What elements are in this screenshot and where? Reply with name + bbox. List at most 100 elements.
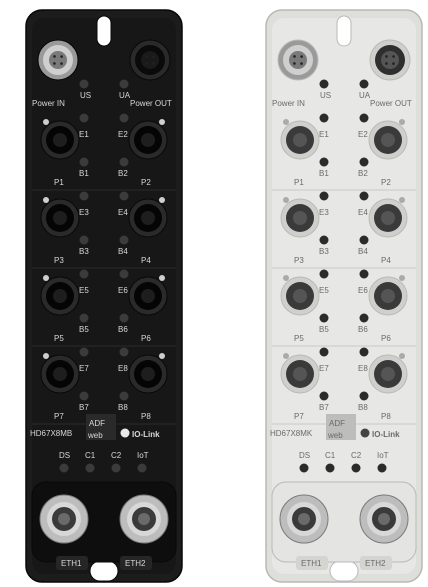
led-us [79, 79, 89, 89]
label-e2: E2 [358, 130, 368, 139]
port-p7-pins [53, 367, 67, 381]
led-e2 [359, 113, 369, 123]
label-p4: P4 [141, 256, 151, 265]
power-in-connector-pin [60, 62, 63, 65]
led-b2 [119, 157, 129, 167]
port-p5-screw [43, 275, 49, 281]
led-ds [299, 463, 309, 473]
label-us: US [80, 91, 91, 100]
led-b5 [319, 313, 329, 323]
led-b8 [119, 391, 129, 401]
product-photo: US UA Power IN Power OUT E1 E2 B1 B2 P1 P2 E3 E4 B3 B… [25, 9, 423, 583]
power-out-connector-pins [141, 51, 159, 69]
label-p3: P3 [294, 256, 304, 265]
port-p1-pins [293, 133, 307, 147]
label-e6: E6 [358, 286, 368, 295]
led-b4 [359, 235, 369, 245]
label-p1: P1 [54, 178, 64, 187]
iolink-label: IO-Link [372, 430, 400, 439]
port-p4-screw [399, 197, 405, 203]
led-b1 [319, 157, 329, 167]
led-b4 [119, 235, 129, 245]
label-e5: E5 [79, 286, 89, 295]
label-b6: B6 [358, 325, 368, 334]
label-p4: P4 [381, 256, 391, 265]
model-number: HD67X8MK [270, 429, 313, 438]
label-b1: B1 [79, 169, 89, 178]
label-b4: B4 [118, 247, 128, 256]
label-b8: B8 [118, 403, 128, 412]
logo-text-bottom: web [327, 431, 343, 440]
label-e8: E8 [118, 364, 128, 373]
port-p8-screw [399, 353, 405, 359]
power-in-connector-pin [60, 55, 63, 58]
port-p6-screw [399, 275, 405, 281]
port-p8-screw [159, 353, 165, 359]
label-iot: IoT [137, 451, 149, 460]
port-p8-pins [141, 367, 155, 381]
ethernet-port-2-pins [138, 513, 150, 525]
port-p5-pins [53, 289, 67, 303]
power-in-connector-pin [300, 55, 303, 58]
port-p3-screw [43, 197, 49, 203]
label-eth1: ETH1 [61, 559, 82, 568]
ethernet-port-1-pins [298, 513, 310, 525]
ethernet-port-1-pins [58, 513, 70, 525]
led-c2 [111, 463, 121, 473]
led-b3 [319, 235, 329, 245]
led-e8 [359, 347, 369, 357]
label-p7: P7 [54, 412, 64, 421]
label-ds: DS [299, 451, 310, 460]
power-in-connector-pin [300, 62, 303, 65]
label-eth2: ETH2 [365, 559, 386, 568]
led-e1 [319, 113, 329, 123]
label-eth1: ETH1 [301, 559, 322, 568]
power-out-connector-pin [392, 62, 395, 65]
iolink-icon [120, 428, 130, 438]
port-p4-pins [141, 211, 155, 225]
power-in-connector-pins [289, 51, 307, 69]
label-e4: E4 [358, 208, 368, 217]
power-in-connector-pin [293, 62, 296, 65]
label-us: US [320, 91, 331, 100]
led-b7 [79, 391, 89, 401]
port-p3-screw [283, 197, 289, 203]
led-ua [119, 79, 129, 89]
label-e7: E7 [319, 364, 329, 373]
ethernet-port-2-pins [378, 513, 390, 525]
power-in-connector-pins [49, 51, 67, 69]
port-p4-screw [159, 197, 165, 203]
led-e2 [119, 113, 129, 123]
power-out-connector-pin [385, 55, 388, 58]
led-ua [359, 79, 369, 89]
led-e4 [119, 191, 129, 201]
port-p1-screw [283, 119, 289, 125]
power-out-connector-pin [145, 62, 148, 65]
label-b7: B7 [319, 403, 329, 412]
led-e6 [119, 269, 129, 279]
label-e4: E4 [118, 208, 128, 217]
logo-text-bottom: web [87, 431, 103, 440]
led-iot [137, 463, 147, 473]
label-p7: P7 [294, 412, 304, 421]
power-out-connector-pin [145, 55, 148, 58]
mounting-slot-top [96, 15, 112, 47]
label-ua: UA [119, 91, 131, 100]
label-p2: P2 [141, 178, 151, 187]
led-b7 [319, 391, 329, 401]
port-p4-pins [381, 211, 395, 225]
led-b1 [79, 157, 89, 167]
led-b8 [359, 391, 369, 401]
label-b1: B1 [319, 169, 329, 178]
led-e7 [319, 347, 329, 357]
label-e3: E3 [79, 208, 89, 217]
port-p6-pins [141, 289, 155, 303]
label-b3: B3 [319, 247, 329, 256]
power-out-connector-pin [392, 55, 395, 58]
label-e7: E7 [79, 364, 89, 373]
mounting-slot-bottom [89, 560, 119, 582]
device-black: US UA Power IN Power OUT E1 E2 B1 B2 P1 P2 E3 E4 B3 B… [25, 9, 183, 583]
label-b3: B3 [79, 247, 89, 256]
label-ua: UA [359, 91, 371, 100]
led-e5 [79, 269, 89, 279]
